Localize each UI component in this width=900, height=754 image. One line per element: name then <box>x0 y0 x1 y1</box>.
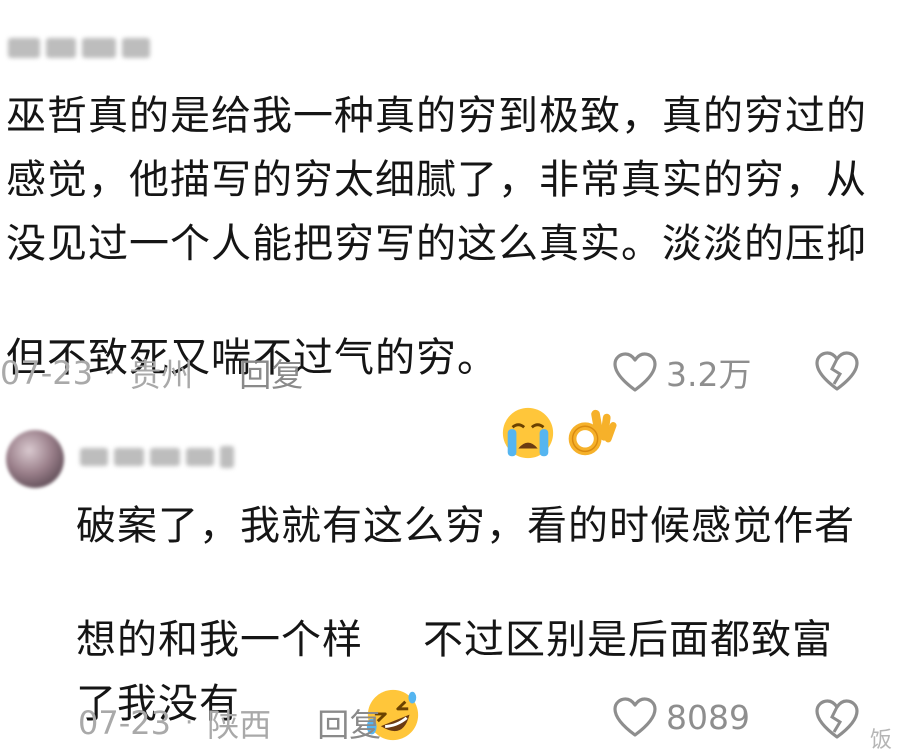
loudly-crying-face-emoji <box>499 276 557 459</box>
comment-2-meta: 07-23 · 陕西 回复 <box>78 700 381 746</box>
meta-separator: · <box>184 708 194 738</box>
comment-2-username[interactable] <box>80 446 234 468</box>
comment-1-like-count: 3.2万 <box>666 355 752 394</box>
comment-1-reply-button[interactable]: 回复 <box>239 350 303 396</box>
comment-1-like-button[interactable]: 3.2万 <box>612 348 751 396</box>
comment-2-dislike-button[interactable] <box>814 698 860 740</box>
broken-heart-icon <box>814 698 860 740</box>
comment-1-dislike-button[interactable] <box>814 350 860 392</box>
meta-separator: · <box>106 358 116 388</box>
comment-1-date: 07-23 <box>0 354 93 392</box>
rolling-on-floor-laughing-emoji <box>364 558 422 741</box>
comment-1-text-body: 巫哲真的是给我一种真的穷到极致，真的穷过的 感觉，他描写的穷太细腻了，非常真实的… <box>6 93 867 381</box>
heart-icon <box>612 696 658 738</box>
comment-1-text: 巫哲真的是给我一种真的穷到极致，真的穷过的 感觉，他描写的穷太细腻了，非常真实的… <box>6 84 886 459</box>
comment-2-avatar[interactable] <box>6 430 64 488</box>
ok-hand-emoji <box>559 276 617 456</box>
comment-1-location: 贵州 <box>129 356 194 394</box>
comment-1-meta: 07-23 · 贵州 回复 <box>0 350 303 396</box>
comment-1-username[interactable] <box>8 38 150 58</box>
comment-2-location: 陕西 <box>207 706 272 744</box>
comment-2-like-button[interactable]: 8089 <box>612 696 750 738</box>
watermark-text: 饭 <box>870 728 893 753</box>
comment-2-like-count: 8089 <box>666 697 750 737</box>
broken-heart-icon <box>814 350 860 392</box>
heart-icon <box>612 351 658 393</box>
comment-2-reply-button[interactable]: 回复 <box>317 700 381 746</box>
comment-2-date: 07-23 <box>78 704 171 742</box>
